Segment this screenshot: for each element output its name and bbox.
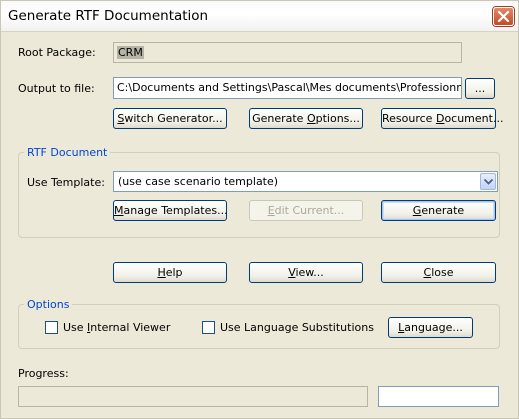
output-file-input[interactable]: C:\Documents and Settings\Pascal\Mes doc… bbox=[113, 77, 462, 99]
output-file-value: C:\Documents and Settings\Pascal\Mes doc… bbox=[117, 81, 462, 94]
generate-options-button[interactable]: Generate Options... bbox=[249, 108, 363, 129]
generate-button[interactable]: Generate bbox=[381, 200, 496, 221]
progress-label: Progress: bbox=[18, 367, 69, 380]
internal-viewer-checkbox-box[interactable] bbox=[45, 321, 58, 334]
root-package-field[interactable]: CRM bbox=[113, 42, 462, 63]
title-bar[interactable]: Generate RTF Documentation bbox=[1, 1, 518, 32]
output-file-label: Output to file: bbox=[18, 82, 95, 95]
close-button[interactable]: Close bbox=[381, 262, 496, 283]
progress-status-box bbox=[378, 386, 499, 407]
switch-generator-button[interactable]: Switch Generator... bbox=[113, 108, 227, 129]
rtf-document-group-title: RTF Document bbox=[24, 146, 111, 159]
options-group-title: Options bbox=[24, 298, 73, 311]
manage-templates-button[interactable]: Manage Templates... bbox=[113, 200, 228, 221]
rtf-document-group bbox=[18, 152, 500, 238]
root-package-label: Root Package: bbox=[18, 46, 96, 59]
internal-viewer-label: Use Internal Viewer bbox=[63, 321, 171, 334]
root-package-value: CRM bbox=[117, 46, 144, 59]
help-button[interactable]: Help bbox=[113, 262, 227, 283]
internal-viewer-checkbox[interactable]: Use Internal Viewer bbox=[45, 321, 170, 334]
view-button[interactable]: View... bbox=[249, 262, 363, 283]
language-substitutions-checkbox-box[interactable] bbox=[202, 321, 215, 334]
generate-rtf-dialog: Generate RTF Documentation Root Package:… bbox=[0, 0, 519, 419]
chevron-down-icon[interactable] bbox=[480, 173, 496, 190]
resource-document-button[interactable]: Resource Document... bbox=[381, 108, 503, 129]
language-substitutions-checkbox[interactable]: Use Language Substitutions bbox=[202, 321, 374, 334]
browse-button[interactable]: ... bbox=[465, 78, 495, 99]
progress-bar bbox=[18, 386, 368, 407]
window-title: Generate RTF Documentation bbox=[8, 8, 209, 24]
window-close-button[interactable] bbox=[493, 7, 514, 26]
language-substitutions-label: Use Language Substitutions bbox=[220, 321, 374, 334]
language-button[interactable]: Language... bbox=[388, 317, 473, 338]
edit-current-button[interactable]: Edit Current... bbox=[249, 200, 363, 221]
use-template-label: Use Template: bbox=[27, 176, 105, 189]
template-select[interactable]: (use case scenario template) bbox=[113, 171, 498, 192]
template-select-value: (use case scenario template) bbox=[118, 175, 279, 188]
